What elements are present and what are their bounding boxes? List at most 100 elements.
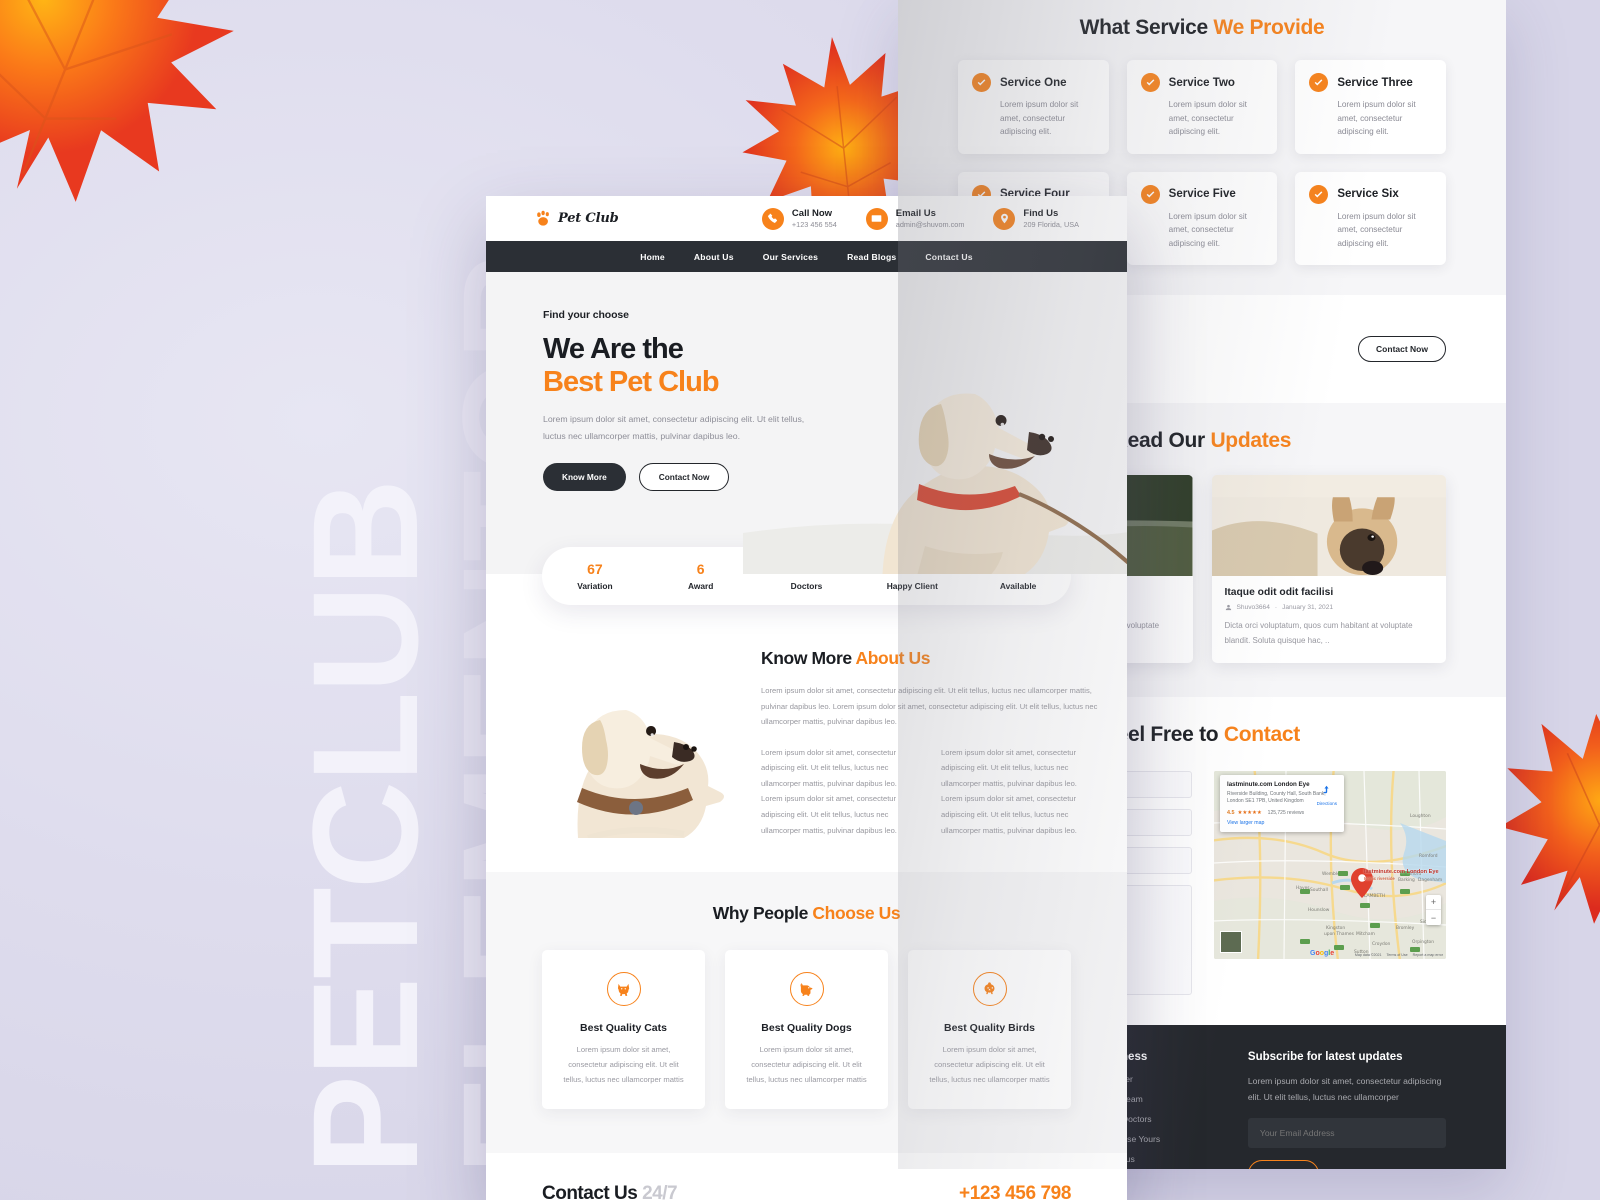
main-contact-title: Contact Us 24/7 [542, 1183, 678, 1200]
footer-column-subscribe: Subscribe for latest updates Lorem ipsum… [1247, 1050, 1446, 1169]
check-circle-icon [972, 73, 991, 92]
dog-icon [789, 972, 824, 1007]
topbar-contact-call[interactable]: Call Now +123 456 554 [761, 207, 837, 230]
service-card[interactable]: Service Two Lorem ipsum dolor sit amet, … [1126, 60, 1278, 154]
service-card[interactable]: Service Three Lorem ipsum dolor sit amet… [1295, 60, 1446, 154]
map-directions-button[interactable]: Directions [1317, 783, 1337, 806]
service-name: Service Two [1168, 76, 1235, 89]
site-topbar: Pet Club Call Now +123 456 554 Email Us … [486, 196, 1127, 241]
service-text: Lorem ipsum dolor sit amet, consectetur … [1337, 211, 1416, 248]
cat-icon [606, 972, 641, 1007]
topbar-contact-value: 209 Florida, USA [1023, 219, 1079, 229]
service-card-header: Service Three [1309, 73, 1432, 92]
blog-card[interactable]: Itaque odit odit facilisi Shuvo3664 · Ja… [1211, 475, 1447, 663]
about-two-columns: Lorem ipsum dolor sit amet, consectetur … [761, 745, 1099, 838]
main-contact-section: Contact Us 24/7 Lorem ipsum dolor sit am… [486, 1153, 1127, 1200]
why-card-text: Lorem ipsum dolor sit amet, consectetur … [746, 1045, 867, 1084]
main-contact-phone[interactable]: +123 456 798 [959, 1183, 1071, 1200]
svg-text:Kingston: Kingston [1326, 925, 1345, 931]
about-copy: Know More About Us Lorem ipsum dolor sit… [753, 648, 1127, 838]
service-name: Service Five [1168, 188, 1236, 201]
main-contact-right: +123 456 798 admin@shuvom.com [959, 1183, 1071, 1200]
why-card[interactable]: Best Quality Birds Lorem ipsum dolor sit… [908, 950, 1071, 1110]
stat-label: Available [999, 581, 1037, 591]
stat-label: Doctors [790, 581, 823, 591]
why-title: Why People Choose Us [712, 903, 901, 924]
google-logo: Google [1310, 949, 1335, 957]
why-card-text: Lorem ipsum dolor sit amet, consectetur … [563, 1045, 684, 1084]
blog-post-meta: Shuvo3664 · January 31, 2021 [1225, 604, 1434, 611]
check-circle-icon [1140, 73, 1160, 92]
service-card-header: Service Six [1309, 184, 1432, 204]
topbar-contacts: Call Now +123 456 554 Email Us admin@shu… [761, 207, 1079, 230]
stat-label: Happy Client [886, 581, 938, 591]
why-card[interactable]: Best Quality Cats Lorem ipsum dolor sit … [542, 950, 705, 1110]
services-title: What Service We Provide [1079, 16, 1325, 39]
service-name: Service One [1000, 76, 1067, 89]
topbar-contact-label: Email Us [895, 207, 936, 219]
svg-text:Hounslow: Hounslow [1308, 907, 1330, 913]
map-satellite-toggle[interactable] [1220, 930, 1242, 953]
blog-body: Itaque odit odit facilisi Shuvo3664 · Ja… [1212, 576, 1447, 663]
why-cards-grid: Best Quality Cats Lorem ipsum dolor sit … [486, 950, 1127, 1110]
hero-kicker: Find your choose [543, 309, 629, 321]
nav-item-home[interactable]: Home [640, 252, 665, 262]
map-zoom-out-button[interactable]: − [1426, 910, 1441, 925]
map-reviews: 125,725 reviews [1267, 809, 1305, 816]
envelope-icon [865, 207, 888, 230]
subscribe-email-input[interactable] [1247, 1117, 1446, 1148]
topbar-contact-email[interactable]: Email Us admin@shuvom.com [865, 207, 965, 230]
about-lead-paragraph: Lorem ipsum dolor sit amet, consectetur … [761, 686, 1098, 727]
nav-item-contact-us[interactable]: Contact Us [925, 252, 972, 262]
main-contact-left: Contact Us 24/7 Lorem ipsum dolor sit am… [542, 1183, 959, 1200]
svg-text:Romford: Romford [1419, 853, 1438, 859]
nav-item-read-blogs[interactable]: Read Blogs [847, 252, 896, 262]
stat-number: 6 [696, 561, 705, 577]
contact-now-button[interactable]: Contact Now [1358, 336, 1446, 363]
blog-post-title[interactable]: Itaque odit odit facilisi [1225, 587, 1434, 598]
google-map[interactable]: Loughton Romford Ilford Barking Dagenham We… [1214, 770, 1446, 959]
hero-paragraph: Lorem ipsum dolor sit amet, consectetur … [543, 413, 805, 441]
subscribe-submit-button[interactable]: Submit [1247, 1159, 1319, 1169]
service-card-header: Service One [972, 73, 1095, 92]
hero-title-line1: We Are the [543, 333, 684, 365]
phone-icon [761, 207, 784, 230]
service-card[interactable]: Service One Lorem ipsum dolor sit amet, … [958, 60, 1109, 154]
nav-item-about-us[interactable]: About Us [694, 252, 734, 262]
paw-icon [534, 209, 553, 228]
svg-text:Orpington: Orpington [1412, 939, 1434, 945]
service-name: Service Six [1337, 188, 1399, 201]
subscribe-title: Subscribe for latest updates [1247, 1050, 1403, 1063]
map-zoom-in-button[interactable]: + [1426, 895, 1441, 911]
topbar-contact-location[interactable]: Find Us 209 Florida, USA [993, 207, 1079, 230]
map-zoom-controls[interactable]: + − [1426, 894, 1441, 925]
subscribe-text: Lorem ipsum dolor sit amet, consectetur … [1247, 1075, 1442, 1102]
stat-label: Award [687, 581, 714, 591]
site-logo[interactable]: Pet Club [534, 209, 619, 228]
map-stars: ★★★★★ [1237, 809, 1262, 816]
service-card[interactable]: Service Six Lorem ipsum dolor sit amet, … [1295, 171, 1446, 266]
why-card[interactable]: Best Quality Dogs Lorem ipsum dolor sit … [725, 950, 888, 1110]
contact-now-button[interactable]: Contact Now [638, 463, 730, 492]
know-more-button[interactable]: Know More [543, 463, 626, 492]
hero-section: Find your choose We Are the Best Pet Clu… [486, 272, 1127, 574]
check-circle-icon [1140, 184, 1160, 204]
svg-text:Mitcham: Mitcham [1356, 931, 1375, 937]
blog-post-date: January 31, 2021 [1282, 604, 1334, 612]
logo-text: Pet Club [558, 211, 619, 226]
topbar-contact-label: Find Us [1023, 207, 1059, 219]
svg-text:upon Thames: upon Thames [1324, 931, 1355, 937]
user-icon [1225, 605, 1231, 611]
blog-thumbnail [1211, 475, 1446, 577]
why-card-text: Lorem ipsum dolor sit amet, consectetur … [929, 1045, 1050, 1084]
topbar-contact-value: admin@shuvom.com [895, 219, 965, 229]
why-choose-us-section: Why People Choose Us Best Quality Cats L… [486, 872, 1127, 1154]
map-view-larger-link[interactable]: View larger map [1227, 820, 1337, 826]
nav-item-our-services[interactable]: Our Services [763, 252, 818, 262]
blog-post-author: Shuvo3664 [1236, 604, 1270, 612]
main-page-panel: Pet Club Call Now +123 456 554 Email Us … [486, 196, 1127, 1200]
stat-item: 67 Variation [542, 561, 648, 591]
service-card[interactable]: Service Five Lorem ipsum dolor sit amet,… [1126, 171, 1278, 266]
meta-separator: · [1274, 604, 1278, 612]
service-text: Lorem ipsum dolor sit amet, consectetur … [1168, 211, 1247, 248]
